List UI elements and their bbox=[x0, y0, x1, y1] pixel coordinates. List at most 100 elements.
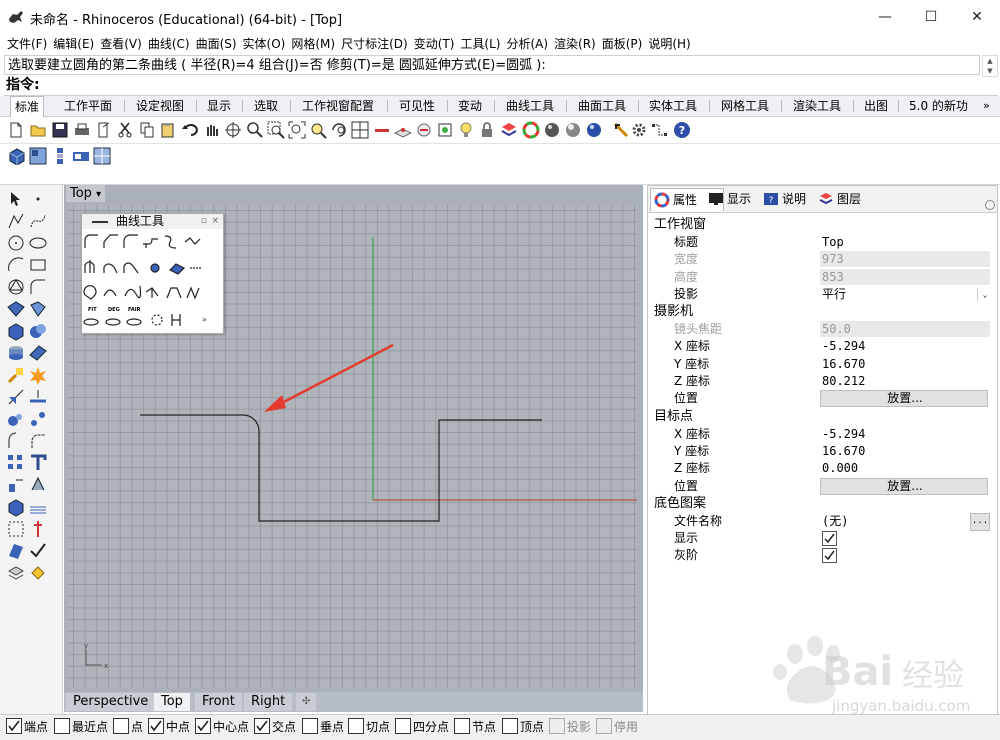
grid-points-icon[interactable] bbox=[6, 519, 26, 539]
menu-mesh[interactable]: 网格(M) bbox=[288, 34, 338, 54]
tab-display[interactable]: 显示 bbox=[203, 96, 235, 116]
rendered-sphere-icon[interactable] bbox=[564, 121, 582, 139]
grayscale-checkbox[interactable] bbox=[822, 548, 837, 564]
layer-icon[interactable] bbox=[500, 121, 518, 139]
osnap-checkbox[interactable] bbox=[348, 718, 364, 734]
new-file-icon[interactable] bbox=[7, 121, 25, 139]
panel-close-icon[interactable]: × bbox=[211, 214, 219, 229]
tab-perspective[interactable]: Perspective bbox=[66, 693, 156, 711]
options-gear-icon[interactable] bbox=[630, 121, 648, 139]
menu-render[interactable]: 渲染(R) bbox=[551, 34, 599, 54]
osnap-disable[interactable]: 停用 bbox=[596, 718, 638, 736]
toggle-view-icon[interactable] bbox=[51, 147, 69, 165]
filename-value[interactable]: (无) bbox=[820, 513, 968, 529]
osnap-end[interactable]: 端点 bbox=[6, 718, 48, 736]
target-x-value[interactable]: -5.294 bbox=[820, 426, 990, 442]
chevron-down-icon[interactable]: ⌄ bbox=[977, 287, 992, 301]
tab-visibility[interactable]: 可见性 bbox=[395, 96, 439, 116]
menu-transform[interactable]: 变动(T) bbox=[411, 34, 458, 54]
save-icon[interactable] bbox=[51, 121, 69, 139]
ungroup-icon[interactable] bbox=[28, 409, 48, 429]
camera-x-value[interactable]: -5.294 bbox=[820, 338, 990, 354]
dimension-tool-icon[interactable] bbox=[6, 365, 26, 385]
fillet-icon[interactable] bbox=[28, 431, 48, 451]
rotate-view-icon[interactable] bbox=[224, 121, 242, 139]
checkmark-icon[interactable] bbox=[28, 541, 48, 561]
menu-panels[interactable]: 面板(P) bbox=[599, 34, 646, 54]
osnap-checkbox[interactable] bbox=[302, 718, 318, 734]
cut-icon[interactable] bbox=[116, 121, 134, 139]
curve-tools-titlebar[interactable]: 曲线工具 ▫ × bbox=[82, 214, 223, 229]
light-icon[interactable] bbox=[457, 121, 475, 139]
tab-right[interactable]: Right bbox=[244, 693, 293, 711]
import-icon[interactable] bbox=[95, 121, 113, 139]
tab-select[interactable]: 选取 bbox=[250, 96, 282, 116]
extrude-surface-icon[interactable] bbox=[28, 299, 48, 319]
cplane-rotate-icon[interactable] bbox=[415, 121, 433, 139]
move-icon[interactable] bbox=[6, 475, 26, 495]
tab-surface-tools[interactable]: 曲面工具 bbox=[574, 96, 630, 116]
render-sphere-icon[interactable] bbox=[585, 121, 603, 139]
tab-curve-tools[interactable]: 曲线工具 bbox=[502, 96, 558, 116]
select-arrow-icon[interactable] bbox=[6, 189, 26, 209]
tab-solid-tools[interactable]: 实体工具 bbox=[645, 96, 701, 116]
analyze-solid-icon[interactable] bbox=[6, 497, 26, 517]
osnap-near[interactable]: 最近点 bbox=[54, 718, 108, 736]
four-view-icon[interactable] bbox=[29, 147, 47, 165]
osnap-checkbox[interactable] bbox=[148, 718, 164, 734]
point-icon[interactable] bbox=[28, 189, 48, 209]
browse-file-button[interactable]: ... bbox=[970, 512, 990, 531]
mesh-cylinder-icon[interactable] bbox=[6, 343, 26, 363]
panel-settings-icon[interactable] bbox=[985, 200, 995, 210]
target-z-value[interactable]: 0.000 bbox=[820, 460, 990, 476]
trim-icon[interactable] bbox=[6, 387, 26, 407]
tab-render-tools[interactable]: 渲染工具 bbox=[789, 96, 845, 116]
tab-mesh-tools[interactable]: 网格工具 bbox=[717, 96, 773, 116]
tab-cplanes[interactable]: 工作平面 bbox=[60, 96, 116, 116]
close-button[interactable]: ✕ bbox=[954, 0, 1000, 34]
camera-z-value[interactable]: 80.212 bbox=[820, 373, 990, 389]
osnap-checkbox[interactable] bbox=[254, 718, 270, 734]
fillet-curve-icon[interactable] bbox=[28, 277, 48, 297]
contour-icon[interactable] bbox=[28, 497, 48, 517]
tab-layers[interactable]: 图层 bbox=[815, 188, 889, 210]
tab-top[interactable]: Top bbox=[154, 693, 190, 711]
osnap-checkbox[interactable] bbox=[195, 718, 211, 734]
zoom-extents-icon[interactable] bbox=[288, 121, 306, 139]
copy-icon[interactable] bbox=[138, 121, 156, 139]
edit-points-icon[interactable] bbox=[651, 121, 669, 139]
drag-grip-icon[interactable] bbox=[92, 221, 108, 223]
osnap-checkbox[interactable] bbox=[502, 718, 518, 734]
osnap-vertex[interactable]: 顶点 bbox=[502, 718, 544, 736]
split-icon[interactable] bbox=[28, 387, 48, 407]
filleted-curve[interactable] bbox=[140, 414, 542, 522]
viewport-menu-arrow-icon[interactable]: ▾ bbox=[96, 189, 101, 200]
menu-file[interactable]: 文件(F) bbox=[4, 34, 50, 54]
boolean-union-icon[interactable] bbox=[28, 321, 48, 341]
osnap-checkbox[interactable] bbox=[6, 718, 22, 734]
title-value[interactable]: Top bbox=[820, 234, 990, 250]
projection-select[interactable]: 平行 ⌄ bbox=[820, 286, 990, 302]
polyline-icon[interactable] bbox=[6, 211, 26, 231]
viewport-title[interactable]: Top ▾ bbox=[66, 185, 106, 202]
rectangle-icon[interactable] bbox=[28, 255, 48, 275]
menu-tools[interactable]: 工具(L) bbox=[457, 34, 503, 54]
osnap-checkbox[interactable] bbox=[54, 718, 70, 734]
dimension-icon[interactable] bbox=[612, 121, 630, 139]
text-icon[interactable] bbox=[28, 453, 48, 473]
print-icon[interactable] bbox=[73, 121, 91, 139]
camera-y-value[interactable]: 16.670 bbox=[820, 356, 990, 372]
menu-solid[interactable]: 实体(O) bbox=[240, 34, 289, 54]
menu-dimension[interactable]: 尺寸标注(D) bbox=[338, 34, 411, 54]
menu-curve[interactable]: 曲线(C) bbox=[145, 34, 193, 54]
explode-icon[interactable] bbox=[28, 365, 48, 385]
arc-icon[interactable] bbox=[6, 255, 26, 275]
zoom-selected-icon[interactable] bbox=[309, 121, 327, 139]
grid-view-icon[interactable] bbox=[93, 147, 111, 165]
minimize-button[interactable]: — bbox=[862, 0, 908, 34]
target-place-button[interactable]: 放置... bbox=[820, 477, 988, 495]
zoom-icon[interactable] bbox=[246, 121, 264, 139]
array-icon[interactable] bbox=[6, 453, 26, 473]
menu-view[interactable]: 查看(V) bbox=[97, 34, 145, 54]
mesh-plane-icon[interactable] bbox=[28, 343, 48, 363]
